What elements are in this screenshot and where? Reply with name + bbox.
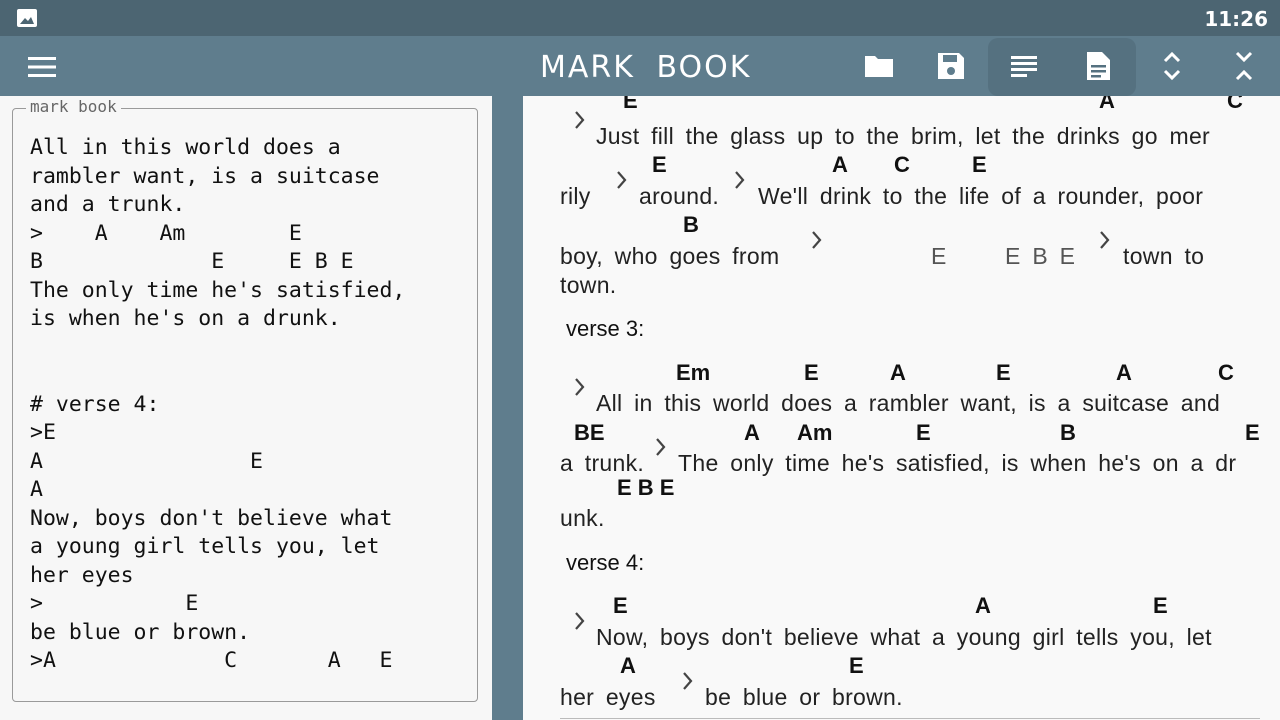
chord: BE [574, 420, 605, 445]
clock: 11:26 [1204, 7, 1268, 31]
chord-inline: E B E [1005, 243, 1076, 269]
chord: A [1116, 360, 1132, 385]
chord: E [613, 593, 628, 618]
chevron-right-icon [812, 231, 822, 249]
divider-line [560, 718, 1260, 719]
chord-inline: E [931, 243, 947, 269]
image-icon [17, 9, 37, 27]
chord-partial: A [1099, 96, 1115, 113]
lyric-line: her eyes [560, 684, 656, 710]
chord: B [683, 212, 699, 237]
app-title: MARK BOOK [540, 50, 752, 85]
chord: A [975, 593, 991, 618]
chevron-right-icon [683, 672, 693, 690]
save-button[interactable] [923, 38, 979, 94]
chord: B [1060, 420, 1076, 445]
chevron-right-icon [1100, 231, 1110, 249]
wrap-text-button[interactable] [996, 38, 1052, 94]
chord: C [1218, 360, 1234, 385]
document-icon [1087, 52, 1110, 80]
app-bar: MARK BOOK [0, 36, 1280, 96]
lyric-line: be blue or brown. [705, 684, 903, 710]
chord: A [744, 420, 760, 445]
chevron-right-icon [656, 438, 666, 456]
lyric-line: town to [1123, 243, 1205, 269]
pane-divider[interactable] [492, 96, 523, 720]
document-view-button[interactable] [1070, 38, 1126, 94]
chord: E [1153, 593, 1168, 618]
lyric-line: boy, who goes from [560, 243, 780, 269]
lyric-line: a trunk. [560, 450, 645, 476]
preview-pane: E A C Just fill the glass up to the brim… [523, 96, 1280, 720]
chord: E [916, 420, 931, 445]
chevron-right-icon [575, 378, 585, 396]
chevron-right-icon [617, 171, 627, 189]
editor-textarea[interactable]: All in this world does a rambler want, i… [30, 134, 470, 708]
chord: E [849, 653, 864, 678]
status-bar: 11:26 [0, 0, 1280, 36]
menu-icon[interactable] [22, 52, 62, 82]
chord: A [890, 360, 906, 385]
chord: E B E [617, 475, 675, 500]
chord: C [894, 152, 910, 177]
chord: E [972, 152, 987, 177]
lyric-line: around. [639, 183, 720, 209]
chord: E [1245, 420, 1260, 445]
collapse-button[interactable] [1216, 38, 1272, 94]
verse-heading: verse 4: [566, 550, 645, 575]
expand-icon [1163, 51, 1181, 81]
chevron-right-icon [575, 111, 585, 129]
chord-partial: E [623, 96, 638, 113]
chevron-right-icon [735, 171, 745, 189]
editor-legend: mark book [26, 97, 121, 116]
wrap-text-icon [1011, 56, 1037, 77]
chord: E [804, 360, 819, 385]
lyric-line: All in this world does a rambler want, i… [596, 390, 1221, 416]
chord-partial: C [1227, 96, 1243, 113]
editor-pane: mark book All in this world does a rambl… [0, 96, 492, 720]
folder-icon [865, 56, 893, 77]
verse-heading: verse 3: [566, 316, 645, 341]
chord: A [620, 653, 636, 678]
expand-button[interactable] [1144, 38, 1200, 94]
chord: Em [676, 360, 711, 385]
lyric-line: rily [560, 183, 591, 209]
collapse-icon [1235, 51, 1253, 81]
lyric-line: We'll drink to the life of a rounder, po… [758, 183, 1204, 209]
chord: Am [797, 420, 833, 445]
open-folder-button[interactable] [851, 38, 907, 94]
chord: A [832, 152, 848, 177]
chord: E [996, 360, 1011, 385]
lyric-line: The only time he's satisfied, is when he… [678, 450, 1237, 476]
chevron-right-icon [575, 612, 585, 630]
lyric-line: unk. [560, 505, 605, 531]
lyric-line: Just fill the glass up to the brim, let … [596, 123, 1211, 149]
save-icon [938, 53, 964, 79]
lyric-line: Now, boys don't believe what a young gir… [596, 624, 1212, 650]
lyric-line: town. [560, 272, 617, 298]
chord: E [652, 152, 667, 177]
